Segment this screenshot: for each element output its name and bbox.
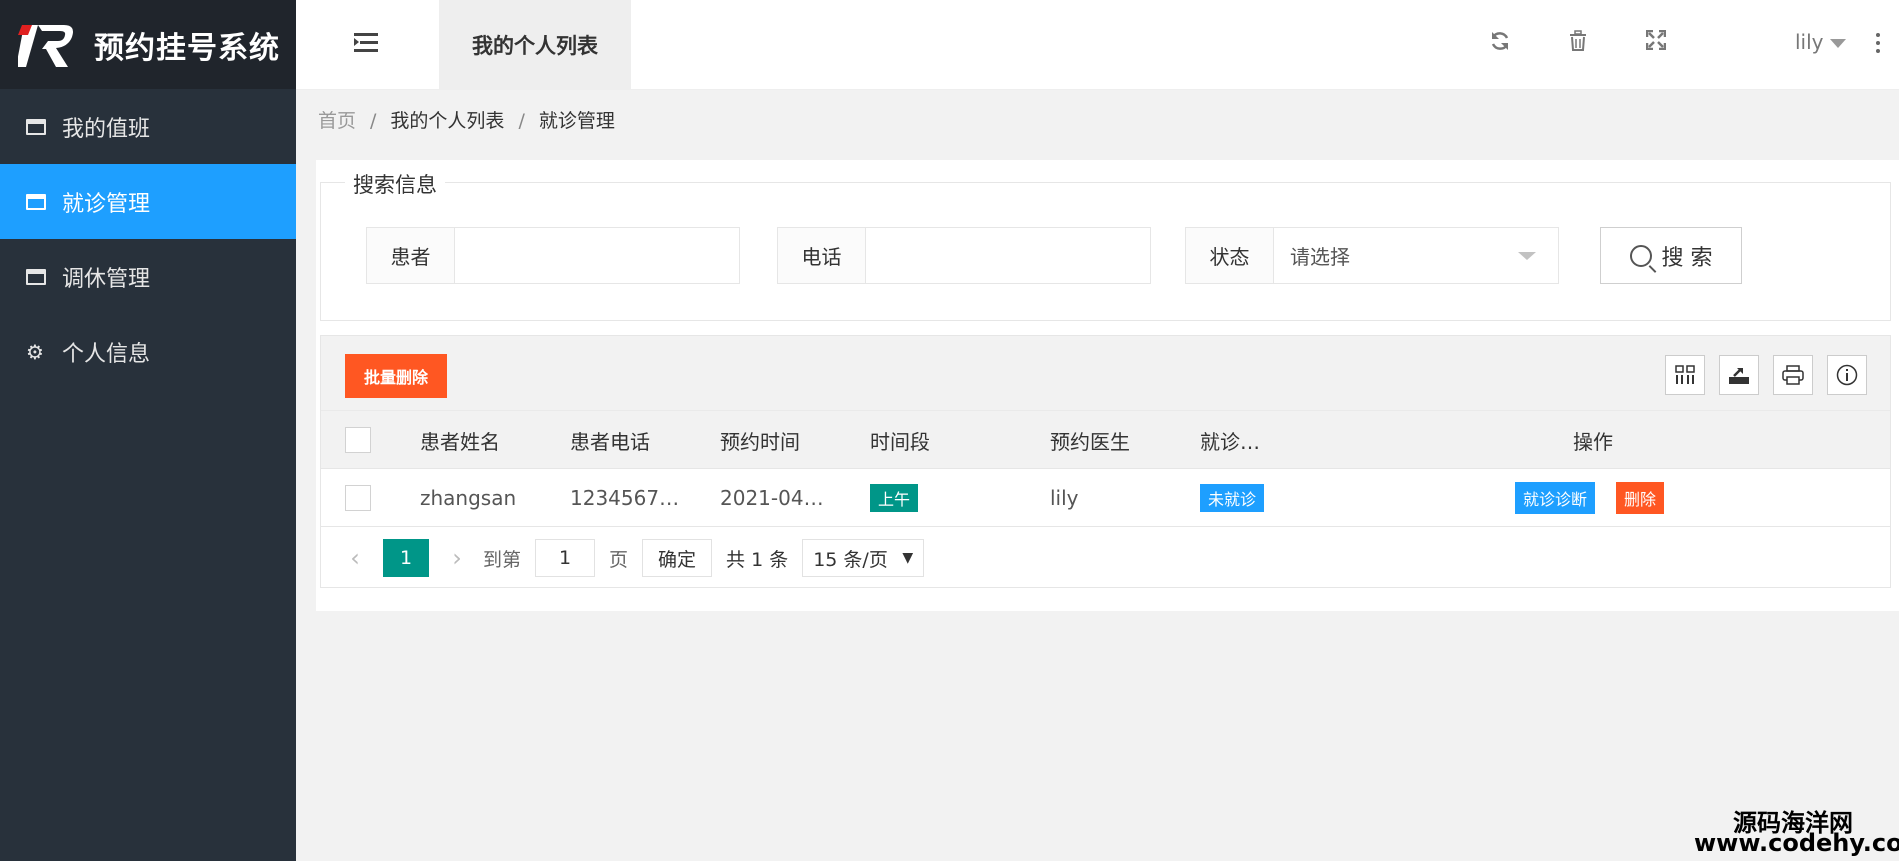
page-size-select[interactable]: 15 条/页 ▼ [802,539,925,577]
logo: 预约挂号系统 [0,0,296,89]
phone-label: 电话 [778,228,866,283]
sidebar-item-leave-management[interactable]: 调休管理 [0,239,296,314]
fullscreen-icon[interactable] [1643,29,1669,56]
user-menu[interactable]: lily [1795,30,1846,54]
print-icon[interactable] [1773,355,1813,395]
column-header-name[interactable]: 患者姓名 [420,411,500,469]
table-header-row: 患者姓名 患者电话 预约时间 时间段 预约医生 就诊… 操作 [321,411,1890,469]
search-fieldset: 搜索信息 患者 电话 状态 请选择 搜 索 [320,169,1891,321]
breadcrumb-current: 就诊管理 [538,110,615,132]
patient-input[interactable] [455,228,739,283]
cell-name: zhangsan [420,486,517,510]
search-button[interactable]: 搜 索 [1600,227,1742,284]
batch-delete-button[interactable]: 批量删除 [345,354,447,398]
cell-period: 上午 [870,469,919,527]
breadcrumb: 首页 / 我的个人列表 / 就诊管理 [318,106,615,133]
chevron-down-icon: ▼ [902,550,914,566]
sidebar-item-label: 我的值班 [62,116,151,142]
status-placeholder: 请选择 [1290,245,1350,269]
sidebar-item-visit-management[interactable]: 就诊管理 [0,164,296,239]
next-page-icon[interactable]: › [445,544,469,572]
column-header-phone[interactable]: 患者电话 [570,411,650,469]
goto-page-input[interactable]: 1 [535,539,596,577]
column-header-actions: 操作 [1573,429,1613,454]
table-row: zhangsan 1234567… 2021-04… 上午 lily 未就诊 就… [321,469,1890,527]
menu-toggle-icon[interactable] [354,33,378,53]
column-header-doctor[interactable]: 预约医生 [1050,411,1130,469]
status-label: 状态 [1186,228,1274,283]
goto-label: 到第 [483,548,522,571]
gears-icon: ⚙ [26,339,44,364]
refresh-icon[interactable] [1487,30,1513,56]
info-icon[interactable] [1827,355,1867,395]
patient-label: 患者 [367,228,455,283]
sidebar-item-duty[interactable]: 我的值班 [0,89,296,164]
page-unit-label: 页 [609,548,629,571]
sidebar-item-label: 个人信息 [62,341,151,367]
row-checkbox-cell [345,469,371,527]
logo-mark-icon [16,19,78,71]
select-all-checkbox[interactable] [345,427,371,453]
more-vertical-icon[interactable] [1876,33,1881,53]
cell-phone: 1234567… [570,486,680,510]
user-name: lily [1795,30,1824,54]
sidebar-item-label: 调休管理 [62,266,151,292]
table-toolbar: 批量删除 [321,336,1890,411]
status-select[interactable]: 请选择 [1274,228,1558,283]
cell-actions: 就诊诊断 删除 [1515,469,1665,527]
caret-down-icon [1829,39,1846,48]
columns-filter-icon[interactable] [1665,355,1705,395]
tab-my-list[interactable]: 我的个人列表 [439,0,631,90]
prev-page-icon[interactable]: ‹ [343,544,367,572]
search-legend: 搜索信息 [345,169,445,199]
content-card: 搜索信息 患者 电话 状态 请选择 搜 索 批量删除 患者姓名 患者电话 预约时… [316,160,1899,611]
column-header-period[interactable]: 时间段 [870,411,930,469]
cell-time: 2021-04… [720,486,824,510]
select-all-checkbox-cell [345,411,371,469]
page-current[interactable]: 1 [383,539,429,577]
diagnose-button[interactable]: 就诊诊断 [1515,482,1596,514]
trash-icon[interactable] [1565,30,1591,56]
breadcrumb-level1[interactable]: 我的个人列表 [390,110,504,132]
breadcrumb-separator: / [518,110,525,132]
sidebar: 预约挂号系统 我的值班 就诊管理 调休管理 ⚙ 个人信息 [0,0,296,861]
row-checkbox[interactable] [345,485,371,511]
window-icon [26,118,46,135]
phone-search-group: 电话 [777,227,1151,284]
top-header: 我的个人列表 lily [296,0,1899,90]
search-button-label: 搜 索 [1661,245,1713,271]
goto-confirm-button[interactable]: 确定 [642,539,713,577]
delete-row-button[interactable]: 删除 [1616,482,1665,514]
breadcrumb-home[interactable]: 首页 [318,110,356,132]
caret-down-icon [1518,252,1536,260]
phone-input[interactable] [866,228,1150,283]
pagination: ‹ 1 › 到第 1 页 确定 共 1 条 15 条/页 ▼ [321,527,1890,589]
export-icon[interactable] [1719,355,1759,395]
breadcrumb-separator: / [370,110,377,132]
column-header-status[interactable]: 就诊… [1200,411,1260,469]
watermark-line2: www.codehy.com [1694,829,1899,857]
status-badge: 未就诊 [1200,484,1265,512]
patient-search-group: 患者 [366,227,740,284]
sidebar-item-profile[interactable]: ⚙ 个人信息 [0,314,296,389]
data-table: 批量删除 患者姓名 患者电话 预约时间 时间段 预约医生 就诊… 操作 zhan… [320,335,1891,588]
app-title: 预约挂号系统 [94,30,280,66]
page-size-value: 15 条/页 [813,548,888,571]
status-search-group: 状态 请选择 [1185,227,1559,284]
cell-doctor: lily [1050,486,1079,510]
total-count: 共 1 条 [726,548,789,571]
cell-status: 未就诊 [1200,469,1265,527]
window-icon [26,193,46,210]
column-header-time[interactable]: 预约时间 [720,411,800,469]
window-icon [26,268,46,285]
period-badge: 上午 [870,484,919,512]
search-icon [1629,244,1652,267]
sidebar-item-label: 就诊管理 [62,191,151,217]
